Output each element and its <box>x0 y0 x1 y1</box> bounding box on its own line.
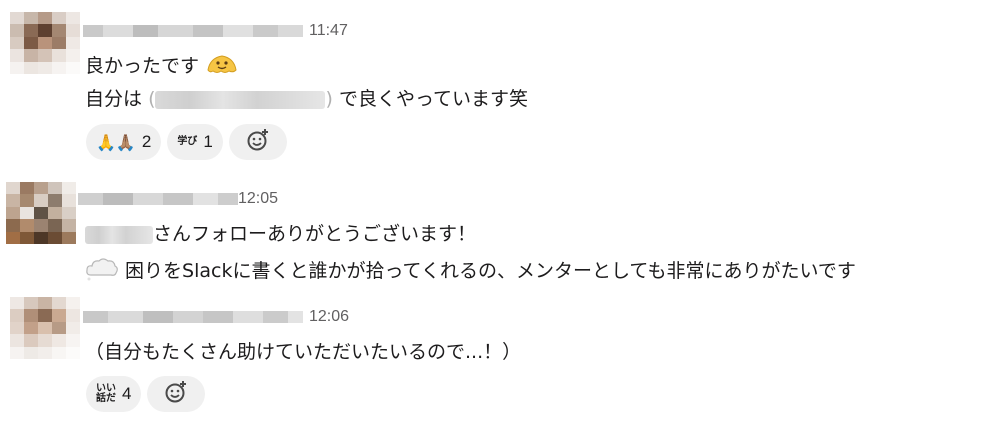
add-reaction-button[interactable] <box>228 124 287 160</box>
avatar[interactable] <box>10 297 80 359</box>
message-text: さんフォローありがとうございます！ <box>153 223 477 245</box>
reactions-bar: いい 話だ 4 <box>86 376 206 412</box>
redacted-text <box>155 90 326 109</box>
message-line: 困りをSlackに書くと誰かが拾ってくれるの、メンターとしても非常にありがたいで… <box>85 255 856 288</box>
message-text: （自分もたくさん助けていただいたいるので...！） <box>85 341 522 363</box>
reaction-count: 4 <box>122 384 132 403</box>
message-text: 困りをSlackに書くと誰かが拾ってくれるの、メンターとしても非常にありがたいで… <box>125 260 856 282</box>
folded-hands-icon: 🙏🙏🏽 <box>96 132 136 152</box>
sender-name-redacted[interactable] <box>83 311 303 323</box>
message-header: 11:47 <box>83 20 348 42</box>
redacted-text <box>85 225 153 244</box>
reaction-iihanashida[interactable]: いい 話だ 4 <box>86 376 142 412</box>
sender-name-redacted[interactable] <box>78 193 238 205</box>
reaction-label-line2: 話だ <box>96 393 116 404</box>
reaction-pray[interactable]: 🙏🙏🏽 2 <box>86 124 162 160</box>
cloud-icon <box>85 255 119 288</box>
message-line: 良かったです <box>85 50 239 83</box>
avatar[interactable] <box>6 182 76 244</box>
sender-name-redacted[interactable] <box>83 25 303 37</box>
ii-hanashi-da-text-icon: いい 話だ <box>96 384 116 404</box>
message-header: 12:06 <box>83 306 349 328</box>
message-line: 自分は () で良くやっています笑 <box>85 86 528 112</box>
reaction-count: 2 <box>141 132 152 151</box>
message-line: （自分もたくさん助けていただいたいるので...！） <box>85 339 521 365</box>
melting-face-icon <box>205 50 239 83</box>
timestamp[interactable]: 12:05 <box>238 190 278 208</box>
reactions-bar: 🙏🙏🏽 2 学び 1 <box>86 124 287 160</box>
add-emoji-icon <box>164 380 188 408</box>
message-header: 12:05 <box>78 188 278 210</box>
timestamp[interactable]: 12:06 <box>309 308 349 326</box>
add-emoji-icon <box>246 128 270 156</box>
message-text: で良くやっています笑 <box>338 88 529 110</box>
message-text: 良かったです <box>85 55 200 77</box>
message-line: さんフォローありがとうございます！ <box>85 221 476 247</box>
reaction-count: 1 <box>203 132 213 151</box>
add-reaction-button[interactable] <box>147 376 206 412</box>
manabi-text-icon: 学び <box>177 136 198 147</box>
open-paren-icon: ( <box>148 88 156 110</box>
message-text: 自分は <box>85 88 143 110</box>
timestamp[interactable]: 11:47 <box>309 22 348 40</box>
close-paren-icon: ) <box>325 88 333 110</box>
avatar[interactable] <box>10 12 80 74</box>
reaction-manabi[interactable]: 学び 1 <box>167 124 223 160</box>
